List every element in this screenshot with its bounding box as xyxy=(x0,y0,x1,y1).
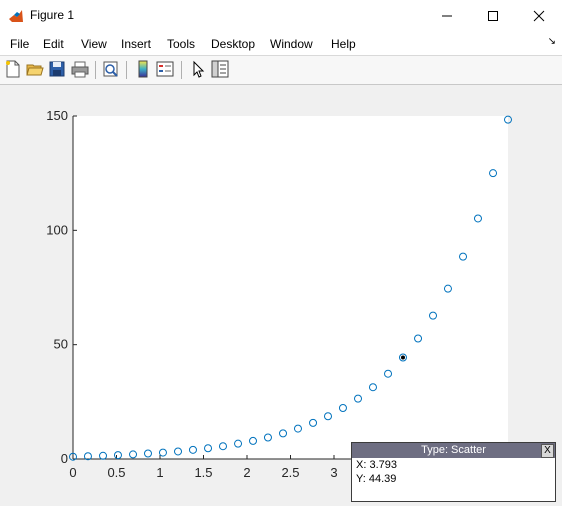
x-tick-label: 2.5 xyxy=(281,465,299,480)
y-tick-label: 50 xyxy=(54,337,68,352)
datatip-y-value: Y: 44.39 xyxy=(356,473,397,485)
y-tick-label: 150 xyxy=(46,108,68,123)
axes-background xyxy=(73,116,508,459)
datatip-header: Type: Scatter xyxy=(352,443,555,458)
scatter-plot: 0 50 100 150 0 0.5 1 1.5 2 2.5 3 xyxy=(46,108,512,480)
x-tick-label: 0 xyxy=(69,465,76,480)
x-tick-label: 3 xyxy=(330,465,337,480)
datatip-marker[interactable] xyxy=(400,355,405,360)
datatip[interactable]: Type: Scatter X X: 3.793 Y: 44.39 xyxy=(351,442,556,502)
x-tick-label: 1.5 xyxy=(194,465,212,480)
datatip-close-button[interactable]: X xyxy=(541,444,554,458)
y-tick-label: 0 xyxy=(61,451,68,466)
y-tick-label: 100 xyxy=(46,222,68,237)
x-tick-label: 1 xyxy=(156,465,163,480)
x-tick-label: 0.5 xyxy=(107,465,125,480)
datatip-x-value: X: 3.793 xyxy=(356,459,397,471)
x-tick-label: 2 xyxy=(243,465,250,480)
